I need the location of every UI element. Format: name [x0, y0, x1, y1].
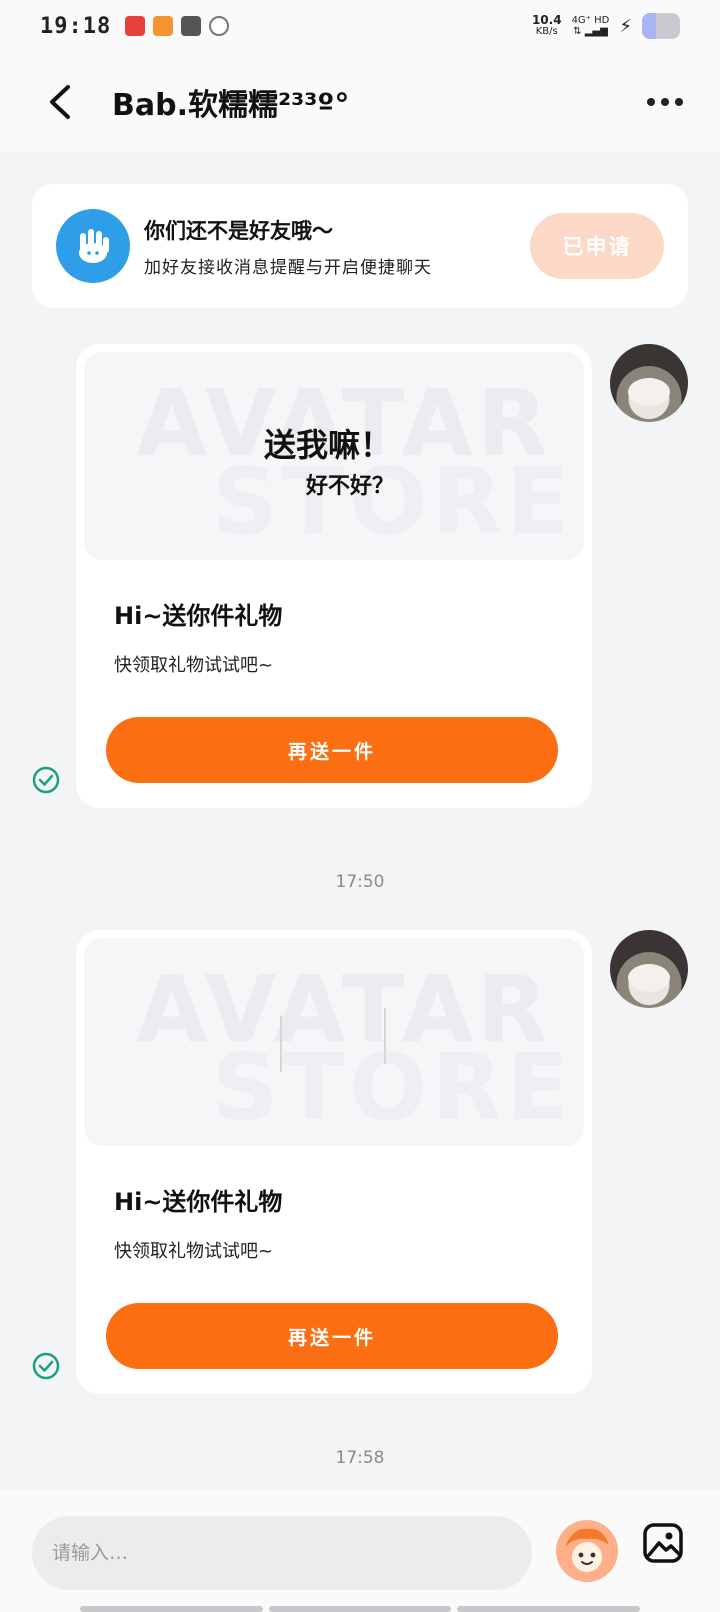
sent-check-icon [32, 1352, 60, 1380]
friend-request-banner: 你们还不是好友哦～ 加好友接收消息提醒与开启便捷聊天 已申请 [32, 184, 688, 308]
gesture-bar [80, 1606, 641, 1612]
sticker-button[interactable] [556, 1520, 618, 1582]
sent-check-icon [32, 766, 60, 794]
status-bar: 19:18 10.4 KB/s 4G⁺ HD ⇅ ▂▄▆ ⚡ [0, 0, 720, 52]
gift-message-card: AVATAR STORE 送我嘛！ 好不好？ Hi~送你件礼物 快领取礼物试试吧… [76, 344, 592, 808]
applied-button[interactable]: 已申请 [530, 213, 664, 279]
network-speed: 10.4 KB/s [531, 13, 562, 37]
status-time: 19:18 [40, 13, 112, 39]
back-button[interactable] [30, 72, 90, 132]
gift-description: 快领取礼物试试吧~ [114, 655, 274, 676]
notification-link-icon [209, 16, 230, 36]
image-gallery-icon [643, 1523, 683, 1563]
gift-image[interactable]: AVATAR STORE 送我嘛！ 好不好？ [84, 352, 584, 560]
watermark: AVATAR STORE [136, 956, 573, 1141]
gift-title: Hi~送你件礼物 [114, 1188, 283, 1216]
hand-wave-icon [56, 209, 130, 283]
gift-description: 快领取礼物试试吧~ [114, 1241, 274, 1262]
message-timestamp: 17:50 [335, 872, 385, 892]
chat-title: Bab.软糯糯²³³º° [112, 88, 350, 123]
chat-header: Bab.软糯糯²³³º° [0, 52, 720, 152]
gift-image-caption: 好不好？ [306, 474, 395, 499]
more-dots-icon [647, 98, 655, 106]
gift-title: Hi~送你件礼物 [114, 602, 283, 630]
friend-banner-subtitle: 加好友接收消息提醒与开启便捷聊天 [144, 257, 432, 278]
battery-icon [642, 13, 680, 39]
charging-icon: ⚡ [619, 15, 632, 37]
image-picker-button[interactable] [640, 1520, 686, 1566]
input-bar [0, 1490, 720, 1612]
notification-bag-icon [181, 16, 202, 36]
gift-message-card: AVATAR STORE Hi~送你件礼物 快领取礼物试试吧~ 再送一件 [76, 930, 592, 1394]
notification-app-icon [153, 16, 174, 36]
sticker-face-icon [561, 1525, 613, 1577]
sparkle-mark [384, 1008, 386, 1064]
avatar[interactable] [610, 344, 688, 422]
send-another-button[interactable]: 再送一件 [106, 1303, 558, 1369]
friend-banner-title: 你们还不是好友哦～ [144, 218, 333, 243]
more-options-button[interactable] [640, 77, 690, 127]
avatar[interactable] [610, 930, 688, 1008]
status-app-icons [125, 16, 230, 36]
chevron-left-icon [50, 85, 70, 119]
gift-image[interactable]: AVATAR STORE [84, 938, 584, 1146]
message-timestamp: 17:58 [335, 1448, 385, 1468]
signal-icon: 4G⁺ HD ⇅ ▂▄▆ [571, 15, 610, 37]
send-another-button[interactable]: 再送一件 [106, 717, 558, 783]
notification-app-icon [125, 16, 146, 36]
gift-image-caption: 送我嘛！ [264, 426, 393, 464]
message-input[interactable] [32, 1516, 532, 1590]
sparkle-mark [280, 1016, 282, 1072]
